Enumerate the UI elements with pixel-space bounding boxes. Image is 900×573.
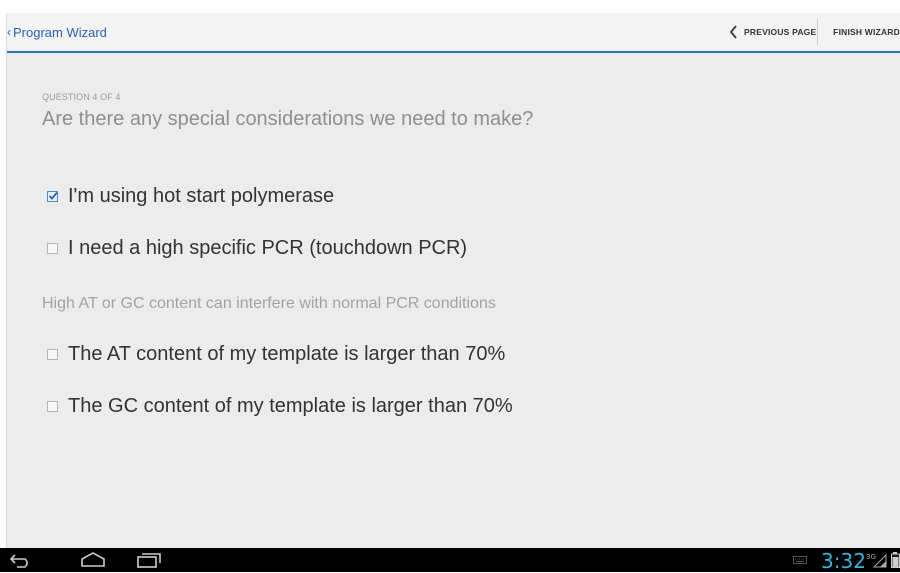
- action-bar: ‹ Program Wizard PREVIOUS PAGE FINISH WI…: [7, 13, 900, 53]
- question-title: Are there any special considerations we …: [42, 108, 533, 131]
- gc-at-note: High AT or GC content can interfere with…: [42, 295, 496, 313]
- previous-page-label: PREVIOUS PAGE: [744, 27, 816, 37]
- chevron-left-icon: [729, 25, 738, 39]
- app-title: Program Wizard: [13, 25, 107, 40]
- checkbox-unchecked[interactable]: [47, 401, 58, 412]
- back-icon[interactable]: [9, 552, 33, 568]
- home-icon[interactable]: [80, 552, 106, 568]
- network-type: 3G: [866, 553, 876, 561]
- up-navigation[interactable]: ‹ Program Wizard: [7, 13, 107, 51]
- wizard-content: QUESTION 4 OF 4 Are there any special co…: [7, 53, 900, 548]
- checkbox-unchecked[interactable]: [47, 349, 58, 360]
- option-hot-start-polymerase[interactable]: I'm using hot start polymerase: [47, 185, 334, 208]
- option-gc-content[interactable]: The GC content of my template is larger …: [47, 395, 513, 418]
- finish-wizard-button[interactable]: FINISH WIZARD: [827, 13, 900, 51]
- option-label: The GC content of my template is larger …: [68, 395, 513, 418]
- clock: 3:32: [821, 549, 866, 573]
- checkmark-icon: [48, 191, 58, 201]
- keyboard-icon: [793, 556, 807, 564]
- finish-wizard-label: FINISH WIZARD: [833, 27, 900, 37]
- top-strip: [0, 0, 900, 13]
- checkbox-unchecked[interactable]: [47, 243, 58, 254]
- option-touchdown-pcr[interactable]: I need a high specific PCR (touchdown PC…: [47, 237, 467, 260]
- checkbox-checked[interactable]: [47, 191, 58, 202]
- battery-icon: [891, 552, 900, 568]
- system-nav-bar: 3:32 3G: [0, 548, 900, 572]
- option-label: The AT content of my template is larger …: [68, 343, 505, 366]
- action-divider: [817, 19, 818, 45]
- previous-page-button[interactable]: PREVIOUS PAGE: [729, 13, 816, 51]
- signal-icon: 3G: [866, 552, 888, 568]
- option-label: I need a high specific PCR (touchdown PC…: [68, 237, 467, 260]
- option-at-content[interactable]: The AT content of my template is larger …: [47, 343, 505, 366]
- option-label: I'm using hot start polymerase: [68, 185, 334, 208]
- chevron-left-icon: ‹: [7, 25, 11, 39]
- step-indicator: QUESTION 4 OF 4: [42, 92, 121, 102]
- recent-apps-icon[interactable]: [136, 552, 162, 568]
